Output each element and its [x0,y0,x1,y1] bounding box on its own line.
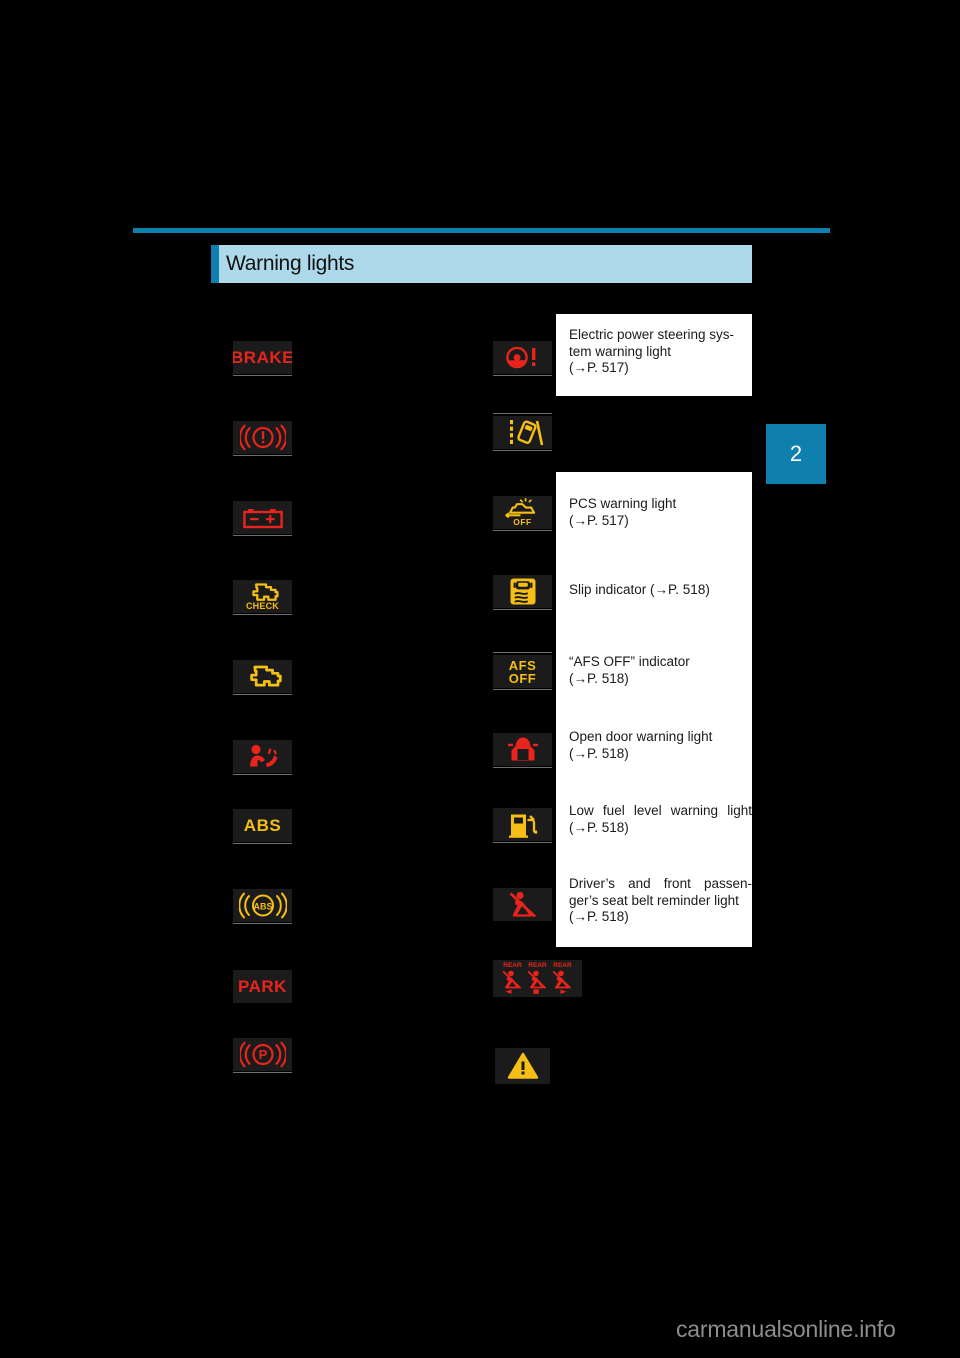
callout-pcs: PCS warning light (→P. 517) [569,496,744,529]
pcs-off-icon [504,498,535,519]
divider [493,689,552,690]
park-text-icon: PARK [238,977,287,996]
site-watermark: carmanualsonline.info [676,1316,896,1342]
divider [233,375,292,376]
divider [233,923,292,924]
open-door-car-icon [507,737,538,761]
callout-line: Low fuel level warning light [569,803,752,818]
icon-abs-warning: ABS [233,809,292,842]
airbag-occupant-icon [249,744,277,768]
callout-line: (→P. 518) [569,819,629,835]
callout-line: “AFS OFF” indicator [569,654,690,669]
callout-open-door: Open door warning light (→P. 518) [569,729,747,762]
divider [493,413,552,414]
manual-page: Warning lights 2 BRAKE CHECK ABS ABS PAR… [0,0,960,1358]
icon-srs-airbag-warning [233,740,292,773]
header-rule [133,228,830,233]
divider [233,455,292,456]
check-label: CHECK [245,600,279,611]
icon-low-fuel-warning [493,808,552,841]
page-title: Warning lights [226,252,355,275]
divider [233,774,292,775]
rear-belt-left-icon [502,970,522,994]
icon-brake-system-warning: BRAKE [233,341,292,374]
icon-pcs-warning: OFF [493,496,552,529]
icon-malfunction-indicator [233,660,292,693]
chapter-number: 2 [789,441,803,466]
divider [493,842,552,843]
battery-icon [242,509,283,529]
parking-brake-p-icon: P [239,1041,286,1068]
icon-slip-indicator [493,575,552,608]
abs-circle-icon: ABS [238,892,287,919]
callout-line: (→P. 517) [569,360,629,375]
lane-departure-icon [509,420,543,446]
callout-line: Open door warning light [569,729,713,744]
rear-belt-right-icon [552,970,572,994]
callout-line: (→P. 518) [569,670,629,686]
rear-belt-center-icon [527,970,547,994]
divider [233,843,292,844]
engine-check-icon [251,582,279,601]
callout-low-fuel: Low fuel level warning light (→P. 518) [569,803,752,836]
callout-line: tem warning light [569,343,672,359]
icon-rear-seat-belt-reminder: REAR REAR REAR [493,960,582,997]
warning-triangle-icon [507,1052,538,1079]
afs-label: AFS [508,657,537,673]
callout-line: Electric power steering sys- [569,327,735,342]
callout-seat-belt: Driver’s and front passen- ger’s seat be… [569,876,752,926]
callout-line: (→P. 518) [569,909,629,924]
divider [233,1072,292,1073]
off-label: OFF [508,670,537,686]
engine-icon [249,665,282,687]
steering-wheel-exclamation-icon [505,346,535,369]
icon-afs-off-indicator: AFS OFF [493,655,552,688]
icon-electric-power-steering-warning [493,341,552,374]
section-title-accent [211,245,219,283]
chapter-tab: 2 [766,424,826,484]
callout-group-block: PCS warning light (→P. 517) Slip indicat… [556,472,752,947]
divider [233,694,292,695]
divider [493,530,552,531]
abs-text-icon: ABS [243,816,282,835]
icon-front-seat-belt-reminder [493,888,552,921]
pcs-off-label: OFF [513,517,532,528]
brake-text-icon: BRAKE [233,348,292,367]
fuel-pump-icon [508,814,537,838]
icon-abs-brake-circle-warning: ABS [233,889,292,922]
icon-charging-system-warning [233,501,292,534]
icon-park-warning: PARK [233,970,292,1003]
icon-lane-departure-alert [493,416,552,449]
svg-text:P: P [258,1047,267,1062]
callout-electric-power-steering: Electric power steering sys- tem warning… [556,314,752,396]
callout-line: PCS warning light [569,496,677,511]
divider [493,450,552,451]
callout-slip: Slip indicator (→P. 518) [569,582,747,599]
divider [493,652,552,653]
divider [493,609,552,610]
seat-belt-reminder-icon [509,891,536,918]
callout-line: (→P. 518) [569,745,629,761]
divider [233,614,292,615]
vehicle-skid-icon [510,578,535,605]
divider [493,375,552,376]
brake-circle-exclamation-icon [239,424,286,451]
icon-parking-brake-indicator: P [233,1038,292,1071]
svg-text:ABS: ABS [253,902,272,912]
divider [493,767,552,768]
icon-brake-circle-warning [233,421,292,454]
icon-check-engine-warning: CHECK [233,580,292,613]
divider [233,535,292,536]
callout-line: Slip indicator (→P. 518) [569,582,710,597]
callout-line: ger’s seat belt reminder light [569,892,739,908]
icon-master-warning [495,1048,550,1084]
callout-afs: “AFS OFF” indicator (→P. 518) [569,654,747,687]
callout-line: Driver’s and front passen- [569,876,752,891]
icon-open-door-warning [493,733,552,766]
callout-line: (→P. 517) [569,512,629,528]
